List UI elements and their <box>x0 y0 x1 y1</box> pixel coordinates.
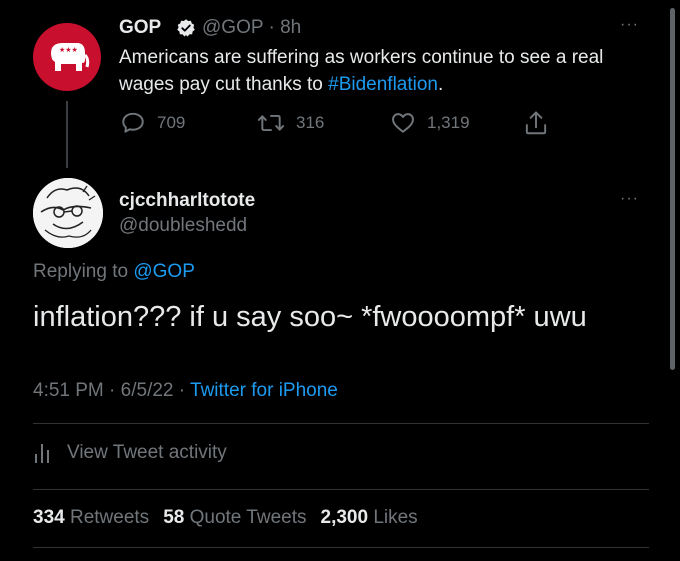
replying-to: Replying to @GOP <box>33 261 195 283</box>
share-action[interactable] <box>523 109 549 137</box>
likes-count: 2,300 <box>320 507 369 528</box>
bar-chart-icon <box>35 444 49 463</box>
retweets-stat[interactable]: 334 Retweets <box>33 507 149 529</box>
parent-time[interactable]: · 8h <box>268 17 301 38</box>
likes-label: Likes <box>373 507 418 528</box>
verified-badge-icon <box>177 19 195 37</box>
retweets-count: 334 <box>33 507 65 528</box>
parent-tweet-text: Americans are suffering as workers conti… <box>119 44 649 98</box>
reply-author-name[interactable]: cjcchharltotote <box>119 190 255 212</box>
svg-text:★★★: ★★★ <box>59 46 78 54</box>
meta-separator: · <box>178 380 186 401</box>
reply-count: 709 <box>157 113 186 132</box>
quote-tweets-label: Quote Tweets <box>189 507 307 528</box>
replying-to-prefix: Replying to <box>33 261 134 282</box>
parent-author-name[interactable]: GOP <box>119 17 161 39</box>
elephant-logo-icon: ★★★ <box>40 30 94 84</box>
hashtag-link[interactable]: #Bidenflation <box>328 74 438 95</box>
thread-connector-line <box>66 101 68 168</box>
reply-icon <box>122 112 144 133</box>
reply-more-button[interactable]: ··· <box>620 190 639 208</box>
divider <box>33 489 649 490</box>
retweets-label: Retweets <box>69 507 150 528</box>
like-count: 1,319 <box>427 113 470 132</box>
tweet-meta: 4:51 PM · 6/5/22 · Twitter for iPhone <box>33 380 338 402</box>
view-tweet-activity-label: View Tweet activity <box>67 442 227 463</box>
like-action[interactable]: 1,319 <box>389 110 470 136</box>
quote-tweets-count: 58 <box>163 507 185 528</box>
divider <box>33 547 649 548</box>
parent-handle-time[interactable]: @GOP · 8h <box>202 17 301 39</box>
divider <box>33 423 649 424</box>
meta-separator: · <box>109 380 116 401</box>
reply-tweet-text: inflation??? if u say soo~ *fwoooompf* u… <box>33 301 587 333</box>
parent-handle[interactable]: @GOP <box>202 17 263 38</box>
tweet-date[interactable]: 6/5/22 <box>121 380 174 401</box>
replying-to-link[interactable]: @GOP <box>133 261 195 282</box>
retweet-action[interactable]: 316 <box>256 110 324 136</box>
parent-more-button[interactable]: ··· <box>620 16 639 34</box>
retweet-icon <box>257 114 285 132</box>
likes-stat[interactable]: 2,300 Likes <box>321 507 418 529</box>
reply-author-avatar[interactable] <box>33 178 103 248</box>
tweet-stats: 334 Retweets 58 Quote Tweets 2,300 Likes <box>33 507 418 529</box>
quote-tweets-stat[interactable]: 58 Quote Tweets <box>163 507 306 529</box>
share-icon <box>525 111 547 135</box>
reply-action[interactable]: 709 <box>119 110 185 136</box>
parent-text-end: . <box>438 74 444 95</box>
reply-author-handle[interactable]: @doubleshedd <box>119 215 247 237</box>
view-tweet-activity-button[interactable]: View Tweet activity <box>33 441 227 465</box>
scrollbar[interactable] <box>670 8 675 370</box>
tweet-source-link[interactable]: Twitter for iPhone <box>190 380 338 401</box>
retweet-count: 316 <box>296 113 325 132</box>
heart-icon <box>392 113 414 133</box>
sketch-avatar-icon <box>33 178 103 248</box>
tweet-time[interactable]: 4:51 PM <box>33 380 104 401</box>
gop-avatar[interactable]: ★★★ <box>33 23 101 91</box>
